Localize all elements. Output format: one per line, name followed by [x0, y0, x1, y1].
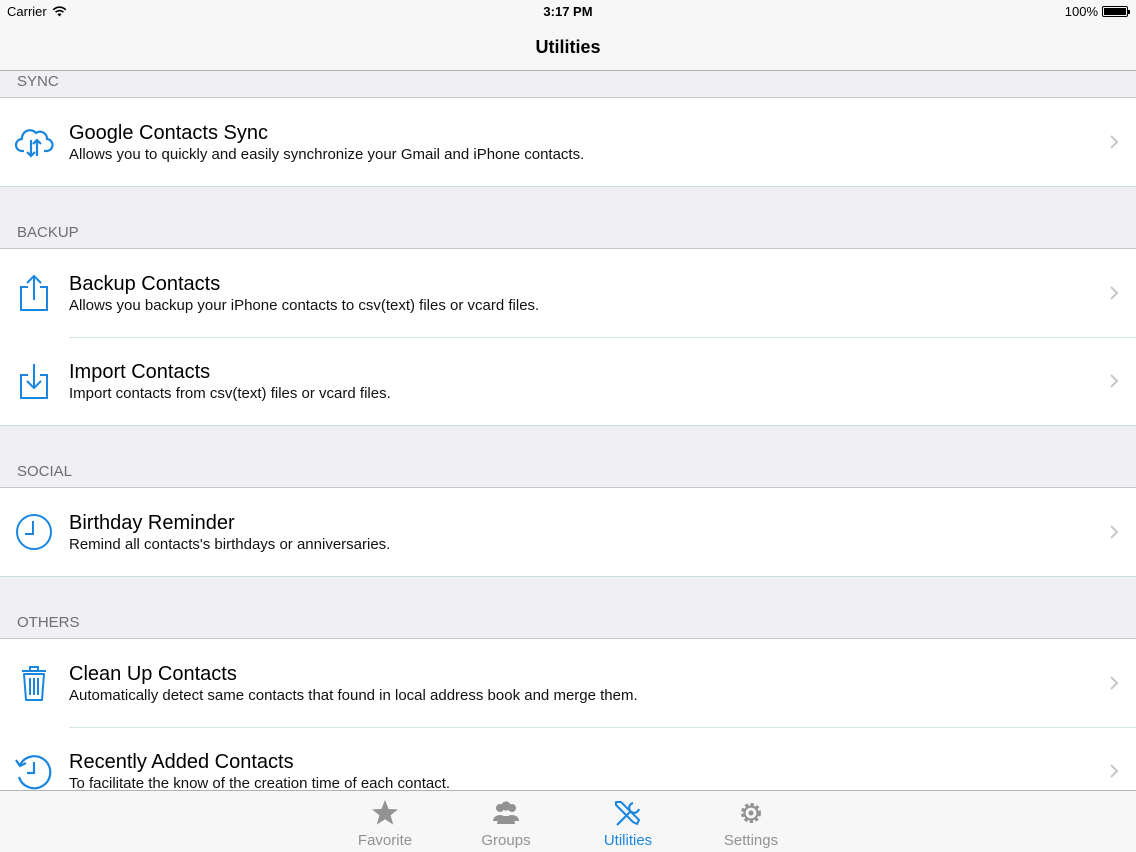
row-title: Birthday Reminder	[69, 512, 235, 534]
tab-utilities[interactable]: Utilities	[573, 791, 683, 852]
utilities-list[interactable]: SYNC Google Contacts Sync Allows you to …	[0, 72, 1136, 790]
section-header-others: OTHERS	[0, 577, 1136, 639]
chevron-right-icon	[1110, 676, 1119, 690]
row-google-contacts-sync[interactable]: Google Contacts Sync Allows you to quick…	[0, 98, 1136, 186]
chevron-right-icon	[1110, 374, 1119, 388]
clock-icon	[16, 514, 52, 550]
row-subtitle: Remind all contacts's birthdays or anniv…	[69, 536, 391, 553]
section-social: Birthday Reminder Remind all contacts's …	[0, 488, 1136, 577]
row-subtitle: To facilitate the know of the creation t…	[69, 775, 451, 790]
trash-icon	[22, 666, 46, 701]
section-header-sync: SYNC	[0, 72, 1136, 98]
tools-icon	[615, 801, 641, 826]
section-header-backup: BACKUP	[0, 187, 1136, 249]
gear-icon	[741, 803, 761, 823]
history-clock-icon	[15, 755, 52, 790]
row-title: Import Contacts	[69, 361, 211, 383]
row-clean-up-contacts[interactable]: Clean Up Contacts Automatically detect s…	[0, 639, 1136, 727]
status-right: 100%	[1064, 4, 1130, 19]
row-import-contacts[interactable]: Import Contacts Import contacts from csv…	[0, 337, 1136, 425]
row-recently-added-contacts[interactable]: Recently Added Contacts To facilitate th…	[0, 727, 1136, 790]
tab-label: Favorite	[357, 832, 413, 849]
status-bar: Carrier 3:17 PM 100%	[0, 0, 1136, 24]
tab-label: Groups	[481, 832, 531, 849]
section-backup: Backup Contacts Allows you backup your i…	[0, 249, 1136, 426]
section-others: Clean Up Contacts Automatically detect s…	[0, 639, 1136, 790]
row-title: Recently Added Contacts	[69, 751, 294, 773]
chevron-right-icon	[1110, 135, 1119, 149]
chevron-right-icon	[1110, 525, 1119, 539]
battery-icon	[1102, 6, 1130, 17]
tab-label: Settings	[723, 832, 779, 849]
page-title: Utilities	[535, 37, 601, 57]
section-header-social: SOCIAL	[0, 426, 1136, 488]
row-subtitle: Allows you backup your iPhone contacts t…	[69, 297, 540, 314]
navigation-bar: Utilities	[0, 24, 1136, 71]
battery-percent: 100%	[1064, 4, 1098, 19]
row-title: Backup Contacts	[69, 273, 221, 295]
tab-label: Utilities	[603, 832, 653, 849]
star-icon	[372, 800, 398, 825]
row-backup-contacts[interactable]: Backup Contacts Allows you backup your i…	[0, 249, 1136, 337]
tab-settings[interactable]: Settings	[696, 791, 806, 852]
chevron-right-icon	[1110, 286, 1119, 300]
import-icon	[20, 364, 48, 399]
tab-bar: Favorite Groups Utilities Settings	[0, 790, 1136, 852]
row-title: Google Contacts Sync	[69, 122, 268, 144]
tab-favorite[interactable]: Favorite	[330, 791, 440, 852]
row-subtitle: Automatically detect same contacts that …	[69, 687, 638, 704]
row-title: Clean Up Contacts	[69, 663, 237, 685]
cloud-sync-icon	[14, 129, 54, 158]
status-time: 3:17 PM	[543, 4, 593, 19]
section-sync: Google Contacts Sync Allows you to quick…	[0, 98, 1136, 187]
export-icon	[20, 274, 48, 311]
tab-groups[interactable]: Groups	[451, 791, 561, 852]
chevron-right-icon	[1110, 764, 1119, 778]
row-subtitle: Allows you to quickly and easily synchro…	[69, 146, 585, 163]
row-subtitle: Import contacts from csv(text) files or …	[69, 385, 391, 402]
row-birthday-reminder[interactable]: Birthday Reminder Remind all contacts's …	[0, 488, 1136, 576]
groups-icon	[493, 801, 519, 824]
